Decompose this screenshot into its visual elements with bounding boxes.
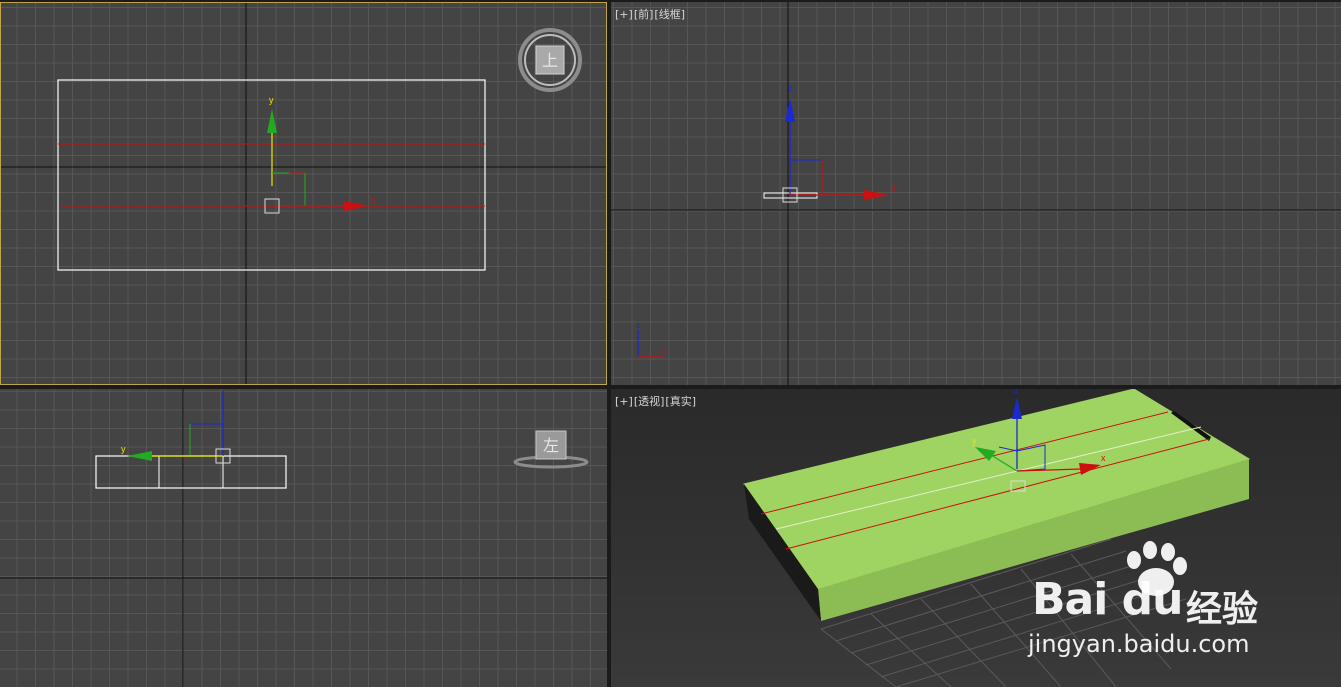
gizmo-y-arrow-icon	[127, 451, 152, 461]
gizmo-x-arrow-icon	[864, 190, 889, 200]
viewport-perspective-label[interactable]: [+][透视][真实]	[615, 393, 697, 409]
tripod-z-label: z	[636, 321, 640, 330]
gizmo-y-label: y	[269, 95, 274, 105]
tripod-x-label: x	[663, 347, 667, 356]
watermark-logo-text: Bai du	[1032, 574, 1183, 625]
front-view-canvas: z x z x	[611, 2, 1341, 385]
viewport-menu-button[interactable]: [+]	[615, 395, 633, 408]
gizmo-x-label: x	[371, 195, 376, 205]
viewcube-top[interactable]: 上	[518, 28, 582, 92]
gizmo-z-arrow-icon	[785, 98, 795, 122]
move-gizmo[interactable]: z x	[782, 83, 896, 203]
gizmo-y-label: y	[972, 436, 977, 446]
selected-box-outline[interactable]	[95, 455, 287, 489]
viewport-front[interactable]: [+][前][线框] z x z x	[611, 2, 1341, 385]
move-gizmo[interactable]: y x	[264, 95, 376, 214]
top-view-canvas: y x 上	[1, 3, 606, 384]
view-point-menu[interactable]: [透视]	[634, 395, 665, 408]
gizmo-z-label: z	[1014, 389, 1019, 395]
viewport-top[interactable]: y x 上	[0, 2, 607, 385]
watermark-url: jingyan.baidu.com	[1028, 630, 1250, 658]
axis-tripod-icon: z x	[636, 321, 667, 358]
viewport-left[interactable]: y 左	[0, 389, 607, 687]
watermark-brand-text: 经验	[1186, 589, 1259, 630]
gizmo-x-label: x	[1101, 453, 1106, 463]
gizmo-z-label: z	[788, 83, 793, 93]
baidu-watermark: Bai du 经验 jingyan.baidu.com	[1026, 540, 1326, 680]
gizmo-x-label: x	[891, 183, 896, 193]
shading-menu[interactable]: [真实]	[665, 395, 696, 408]
gizmo-y-arrow-icon	[267, 109, 277, 133]
viewcube-left[interactable]: 左	[513, 430, 589, 469]
gizmo-z-arrow-icon	[1012, 397, 1022, 419]
gizmo-y-label: y	[121, 444, 126, 454]
viewcube-left-label: 左	[543, 436, 559, 455]
move-gizmo[interactable]: y	[121, 391, 231, 464]
left-view-canvas: y 左	[0, 389, 607, 687]
viewcube-top-label: 上	[542, 51, 558, 70]
gizmo-x-arrow-icon	[344, 201, 369, 211]
